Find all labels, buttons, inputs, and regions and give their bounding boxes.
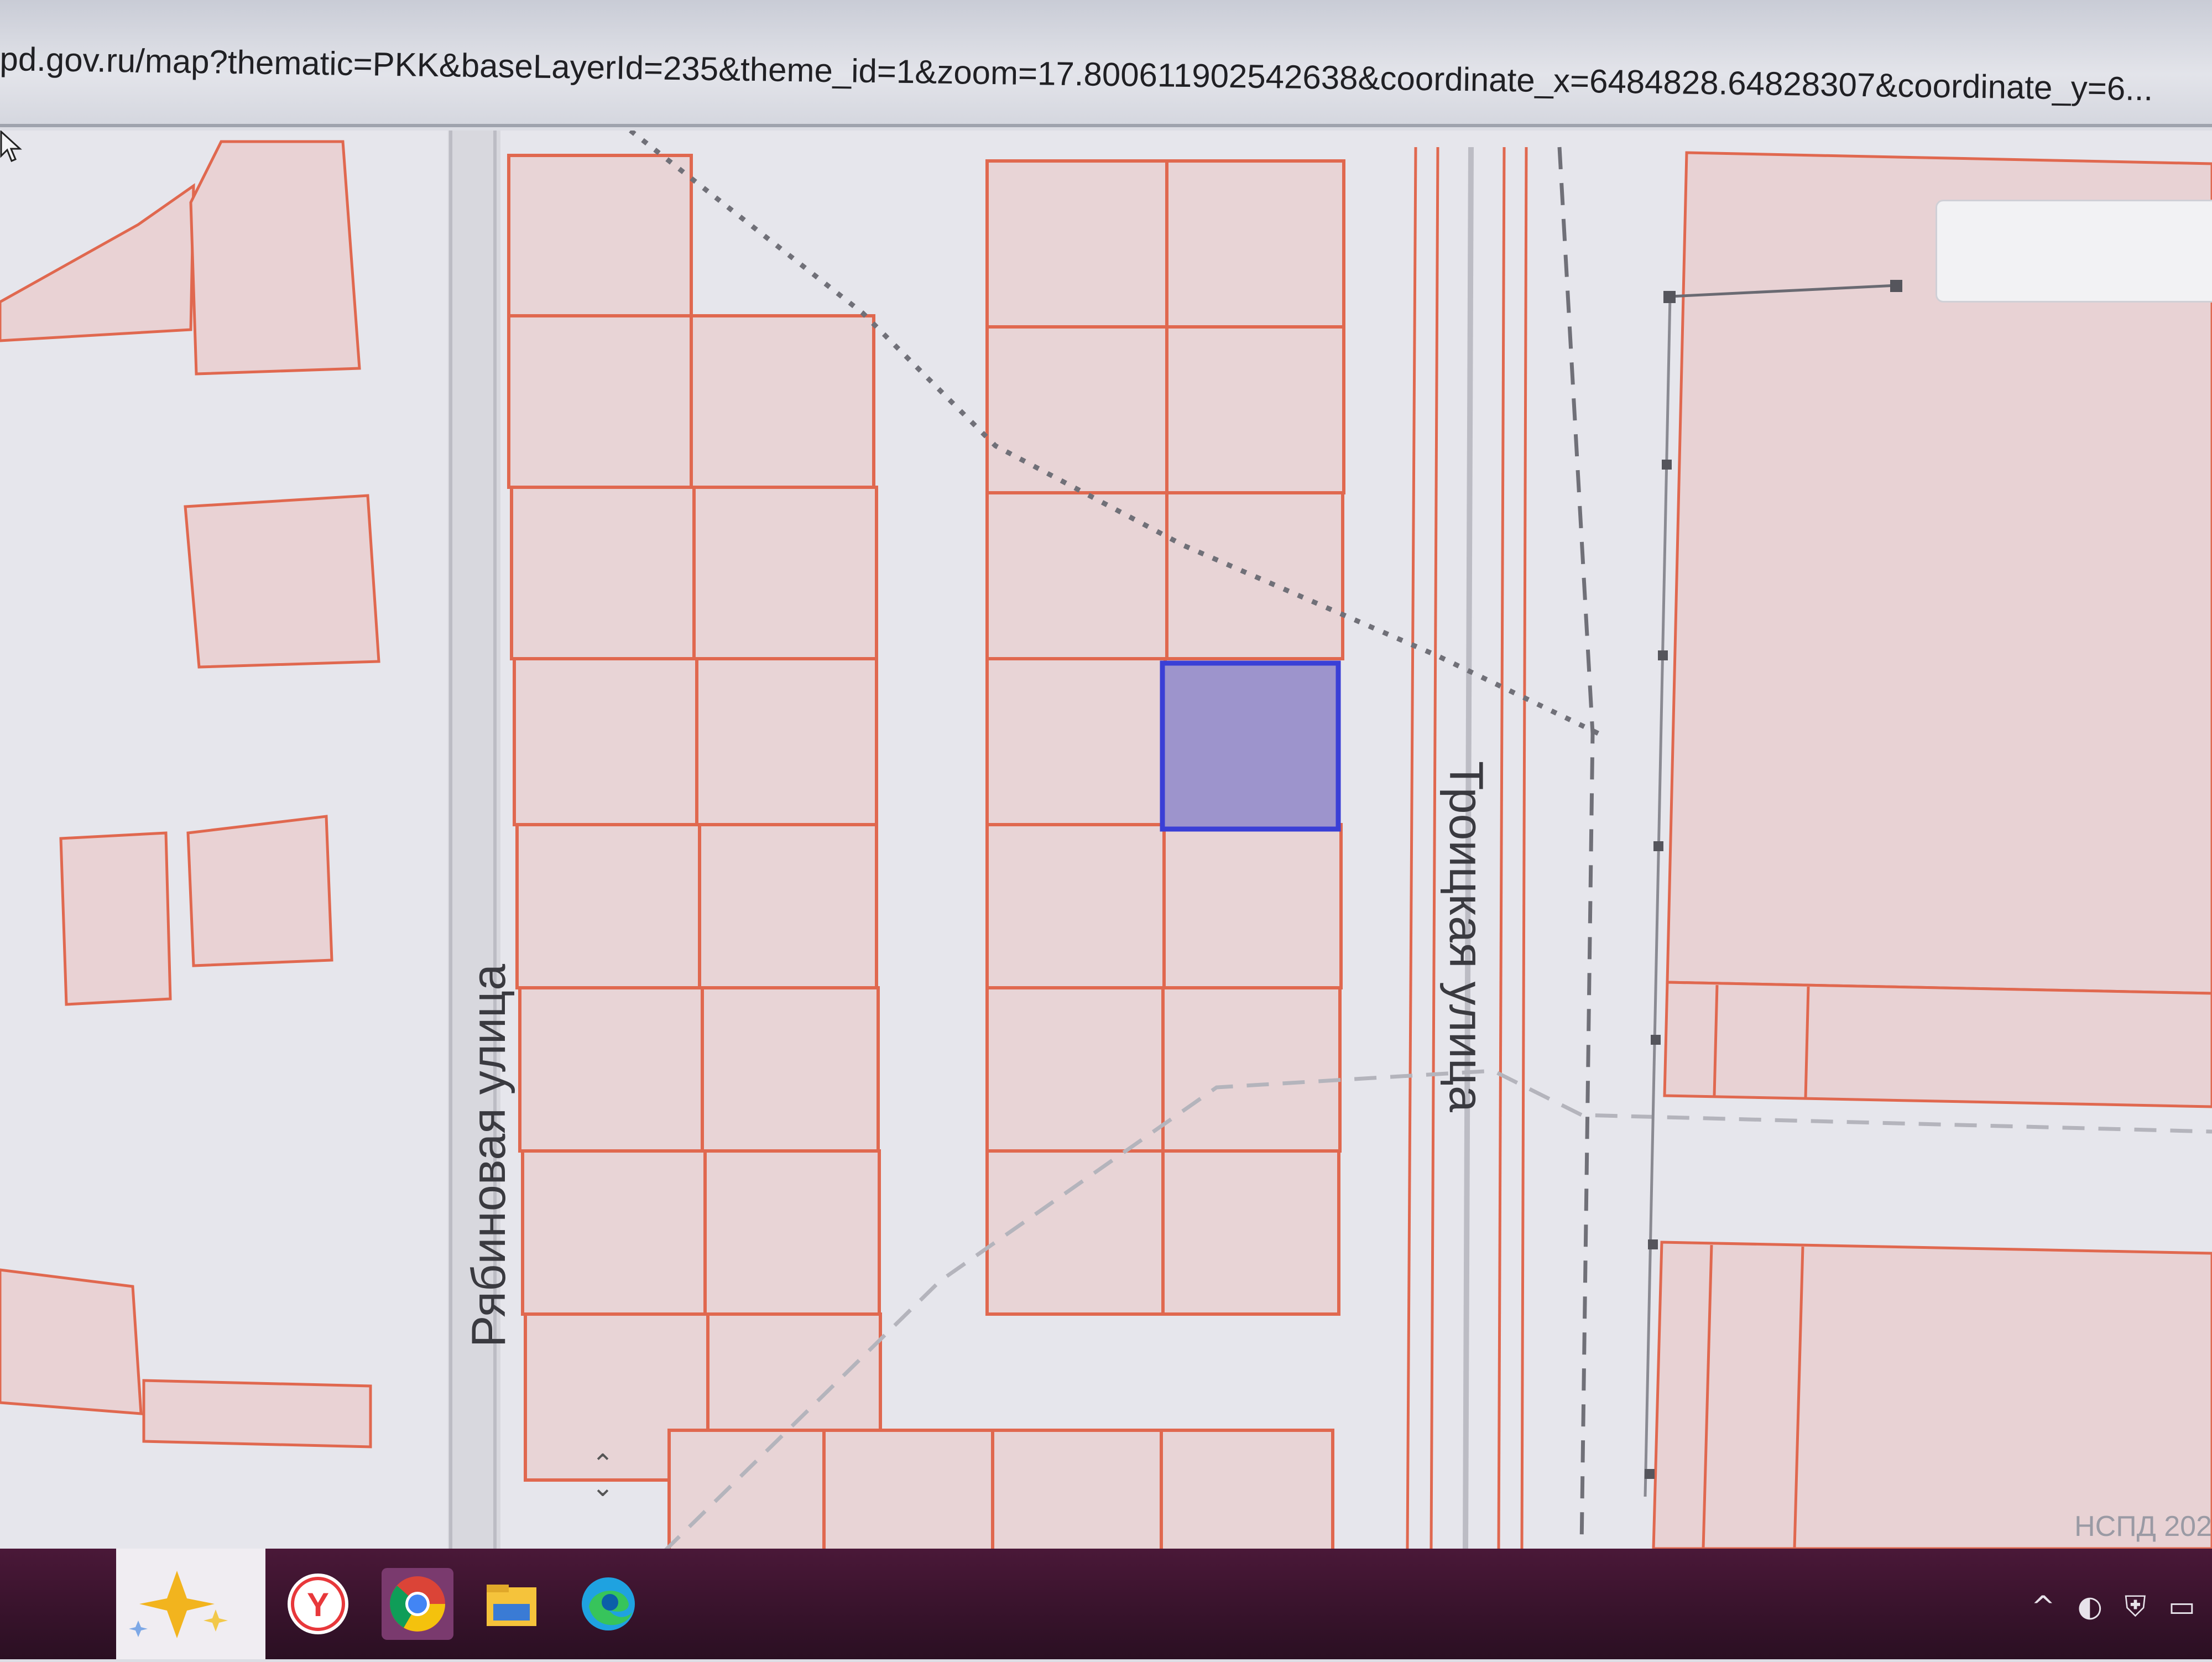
parcel — [510, 486, 696, 660]
parcel — [184, 494, 380, 669]
parcel — [985, 657, 1167, 826]
parcel — [985, 491, 1168, 660]
parcel — [1161, 986, 1342, 1153]
parcel — [0, 183, 195, 342]
parcel — [695, 657, 878, 826]
file-explorer-icon[interactable] — [481, 1574, 542, 1634]
selected-parcel[interactable] — [1160, 660, 1341, 832]
street-label-troitskaya: Троицкая улица — [1439, 761, 1493, 1112]
parcel — [667, 1429, 826, 1549]
street-label-ryabinovaya: Рябиновая улица — [462, 963, 515, 1347]
chrome-icon[interactable] — [382, 1568, 453, 1640]
parcel — [991, 1429, 1163, 1549]
parcel — [985, 159, 1168, 329]
edge-icon[interactable] — [578, 1574, 639, 1634]
parcel — [513, 657, 698, 826]
chevron-up-down-icon[interactable]: ⌃ ⌄ — [586, 1451, 619, 1502]
parcel — [692, 486, 878, 660]
parcel — [1165, 325, 1345, 494]
parcel — [690, 314, 875, 489]
network-icon[interactable]: ◐ — [2077, 1590, 2102, 1623]
parcel — [1161, 1149, 1340, 1316]
parcel — [1165, 159, 1345, 329]
parcel — [518, 986, 704, 1153]
windows-taskbar: Y ^ ◐ ⛨ ▭ — [0, 1549, 2212, 1659]
map-canvas[interactable] — [0, 131, 2212, 1549]
url-text[interactable]: pd.gov.ru/map?thematic=PKK&baseLayerId=2… — [0, 40, 2212, 109]
parcel — [985, 823, 1166, 989]
security-shield-icon[interactable]: ⛨ — [2125, 1590, 2146, 1624]
info-panel[interactable] — [1936, 200, 2212, 303]
svg-text:Y: Y — [307, 1586, 329, 1623]
cadastral-map[interactable]: Рябиновая улица Троицкая улица ⌃ ⌄ НСПД 2… — [0, 131, 2212, 1549]
parcel — [515, 823, 701, 989]
parcel — [1160, 1429, 1334, 1549]
tray-expand-icon[interactable]: ^ — [2031, 1590, 2056, 1623]
parcel — [1663, 981, 2212, 1108]
parcel — [507, 314, 693, 489]
parcel — [985, 325, 1168, 494]
parcel — [59, 831, 172, 1006]
ai-sparkle-icon[interactable] — [116, 1549, 265, 1659]
parcel — [698, 823, 878, 989]
map-attribution: НСПД 202 — [2074, 1510, 2212, 1543]
parcel — [189, 140, 361, 376]
parcel — [186, 815, 333, 967]
parcel — [1162, 823, 1343, 989]
parcel — [0, 1268, 143, 1415]
parcel — [521, 1149, 707, 1316]
yandex-browser-icon[interactable]: Y — [288, 1574, 348, 1634]
boundary-dashed — [1557, 147, 1595, 1547]
parcel — [1652, 1241, 2212, 1549]
parcel — [985, 986, 1165, 1153]
parcel — [1165, 491, 1344, 660]
browser-address-bar[interactable]: pd.gov.ru/map?thematic=PKK&baseLayerId=2… — [0, 0, 2212, 127]
parcel — [985, 1149, 1165, 1316]
display-icon[interactable]: ▭ — [2168, 1590, 2195, 1623]
parcel — [701, 986, 880, 1153]
parcel — [822, 1429, 994, 1549]
system-tray[interactable]: ^ ◐ ⛨ ▭ — [2031, 1587, 2195, 1626]
parcel — [507, 154, 693, 317]
block-left — [507, 154, 882, 1482]
parcel — [703, 1149, 881, 1316]
parcel — [142, 1379, 372, 1449]
mouse-pointer-icon — [0, 131, 22, 162]
